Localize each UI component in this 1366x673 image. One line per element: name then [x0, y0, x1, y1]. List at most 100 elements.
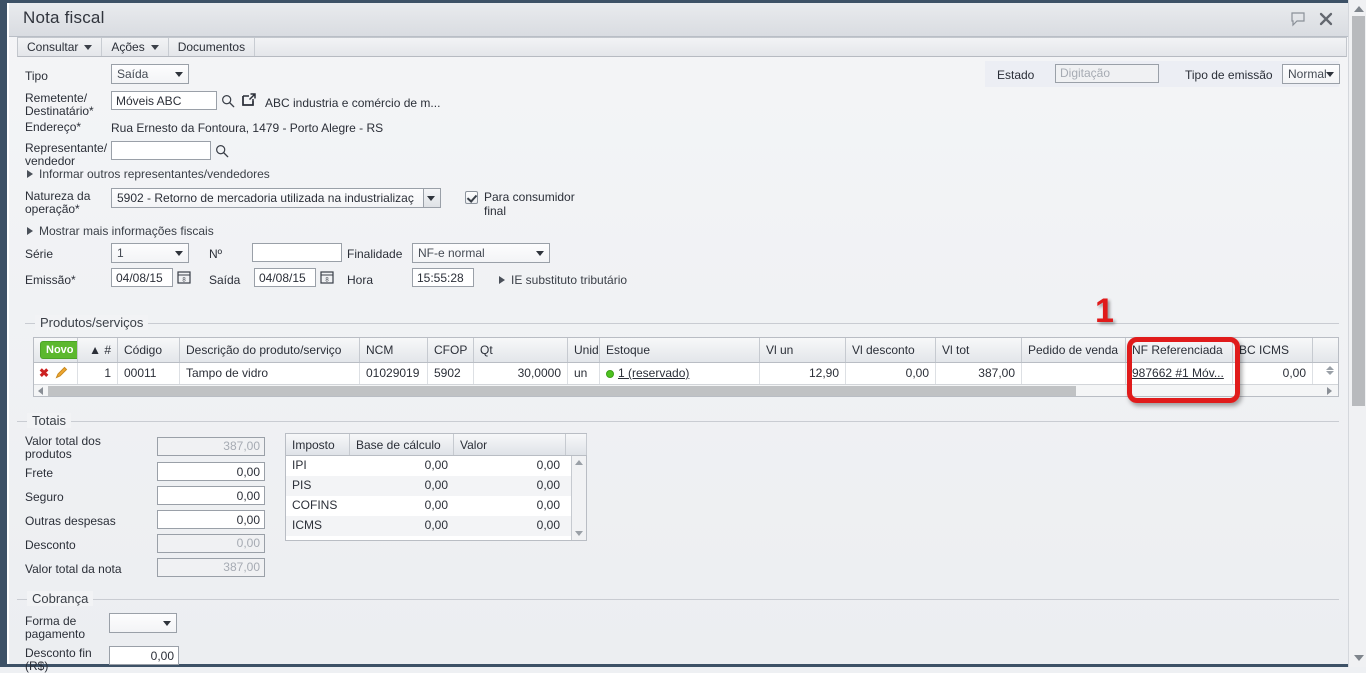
mostrar-mais-toggle[interactable]: Mostrar mais informações fiscais — [27, 224, 214, 238]
calendar-icon[interactable]: 8 — [177, 270, 191, 285]
speech-bubble-icon[interactable] — [1290, 11, 1306, 27]
scroll-down-icon[interactable] — [1354, 655, 1364, 661]
window-content: Nota fiscal Consultar Ações Documentos E… — [7, 3, 1348, 673]
menu-item-acoes[interactable]: Ações — [102, 38, 169, 56]
remetente-info-text: ABC industria e comércio de m... — [265, 96, 441, 110]
nota-fiscal-form: Tipo Saída Remetente/ Destinatário* ABC … — [17, 59, 1347, 309]
col-base-calculo: Base de cálculo — [350, 434, 454, 455]
col-cfop[interactable]: CFOP — [428, 338, 474, 362]
scroll-down-icon[interactable] — [575, 531, 583, 536]
menu-bar: Consultar Ações Documentos — [17, 37, 1347, 57]
close-icon[interactable] — [1318, 11, 1334, 27]
saida-date-input[interactable] — [254, 268, 316, 287]
page-vscrollbar[interactable] — [1348, 0, 1366, 667]
chevron-down-icon — [150, 44, 159, 50]
seguro-input[interactable] — [157, 486, 265, 505]
annotation-number: 1 — [1095, 292, 1114, 330]
edit-pencil-icon[interactable] — [55, 366, 68, 379]
delete-row-icon[interactable]: ✖ — [39, 366, 49, 380]
cell-qt: 30,0000 — [474, 363, 568, 384]
emissao-date-input[interactable] — [111, 268, 173, 287]
cell-bc-icms: 0,00 — [1233, 363, 1313, 384]
col-vl-tot[interactable]: Vl tot — [936, 338, 1022, 362]
external-link-icon[interactable] — [241, 92, 257, 108]
col-descricao[interactable]: Descrição do produto/serviço — [180, 338, 360, 362]
menu-item-documentos[interactable]: Documentos — [169, 38, 256, 56]
produtos-group-title: Produtos/serviços — [35, 315, 149, 330]
scroll-right-icon[interactable] — [1327, 386, 1332, 395]
hora-input[interactable] — [412, 268, 474, 287]
calendar-icon[interactable]: 8 — [320, 270, 334, 285]
nf-referenciada-link[interactable]: 987662 #1 Móv... — [1132, 366, 1224, 380]
produtos-grid-hscrollbar[interactable] — [34, 384, 1338, 396]
group-divider — [17, 421, 1339, 422]
cell-pedido-venda — [1022, 363, 1126, 384]
chevron-down-icon — [163, 621, 171, 626]
col-vl-un[interactable]: Vl un — [760, 338, 846, 362]
emissao-label: Emissão* — [25, 273, 76, 287]
forma-pagamento-select[interactable] — [109, 613, 177, 633]
col-codigo[interactable]: Código — [118, 338, 180, 362]
col-nf-referenciada[interactable]: NF Referenciada — [1126, 338, 1233, 362]
serie-value: 1 — [117, 246, 124, 260]
natureza-operacao-select[interactable]: 5902 - Retorno de mercadoria utilizada n… — [111, 188, 441, 208]
cell-nf-referenciada: 987662 #1 Móv... — [1126, 363, 1233, 384]
col-spacer — [566, 434, 587, 455]
numero-input[interactable] — [252, 243, 342, 262]
novo-button[interactable]: Novo — [40, 341, 77, 359]
chevron-right-icon — [499, 276, 505, 284]
title-bar-actions — [1290, 11, 1334, 27]
frete-input[interactable] — [157, 462, 265, 481]
frete-label: Frete — [25, 466, 54, 480]
search-icon[interactable] — [215, 144, 229, 158]
desconto-label: Desconto — [25, 538, 76, 552]
row-spinner[interactable] — [1326, 365, 1334, 376]
cell-imposto: COFINS — [292, 498, 338, 512]
col-unid[interactable]: Unid — [568, 338, 600, 362]
remetente-label-line2: Destinatário* — [25, 104, 94, 118]
ie-substituto-toggle[interactable]: IE substituto tributário — [499, 273, 627, 287]
col-estoque[interactable]: Estoque — [600, 338, 760, 362]
stock-status-dot-icon — [606, 369, 614, 378]
scroll-up-icon[interactable] — [575, 460, 583, 465]
remetente-input[interactable] — [111, 91, 217, 110]
col-ncm[interactable]: NCM — [360, 338, 428, 362]
cell-vl-desconto: 0,00 — [846, 363, 936, 384]
spinner-up-icon[interactable] — [1326, 366, 1334, 370]
informar-outros-toggle[interactable]: Informar outros representantes/vendedore… — [27, 167, 270, 181]
outras-despesas-input[interactable] — [157, 510, 265, 529]
finalidade-select[interactable]: NF-e normal — [412, 243, 550, 263]
hscroll-thumb[interactable] — [48, 386, 1076, 396]
tipo-select[interactable]: Saída — [111, 64, 189, 84]
table-row: ICMS 0,00 0,00 — [286, 516, 586, 536]
cell-unid: un — [568, 363, 600, 384]
impostos-table-vscrollbar[interactable] — [571, 456, 586, 540]
serie-select[interactable]: 1 — [111, 243, 189, 263]
table-row[interactable]: ✖ 1 00011 Tampo de vidro 01029019 5902 3… — [34, 363, 1338, 385]
novo-cell: Novo — [34, 338, 78, 362]
page-vscroll-thumb[interactable] — [1352, 16, 1365, 406]
menu-item-consultar[interactable]: Consultar — [18, 38, 103, 56]
page-title: Nota fiscal — [23, 8, 105, 27]
tipo-label: Tipo — [25, 69, 48, 83]
scroll-left-icon[interactable] — [38, 386, 43, 395]
col-qt[interactable]: Qt — [474, 338, 568, 362]
search-icon[interactable] — [221, 94, 235, 108]
scroll-up-icon[interactable] — [1354, 6, 1364, 12]
cell-imposto: PIS — [292, 478, 312, 492]
representante-input[interactable] — [111, 141, 211, 160]
col-bc-icms[interactable]: BC ICMS — [1233, 338, 1313, 362]
consumidor-final-checkbox-group[interactable]: Para consumidor final — [465, 190, 585, 218]
consumidor-final-label-line2: final — [484, 204, 507, 218]
estoque-link[interactable]: 1 (reservado) — [618, 366, 689, 380]
desconto-fin-input[interactable] — [109, 646, 179, 665]
col-vl-desconto[interactable]: Vl desconto — [846, 338, 936, 362]
cell-valor: 0,00 — [536, 478, 560, 492]
spinner-down-icon[interactable] — [1326, 371, 1334, 375]
col-pedido-venda[interactable]: Pedido de venda — [1022, 338, 1126, 362]
col-index[interactable]: ▲ # — [78, 338, 118, 362]
cell-valor: 0,00 — [536, 498, 560, 512]
cell-descricao: Tampo de vidro — [180, 363, 360, 384]
consumidor-final-checkbox[interactable] — [465, 191, 478, 204]
forma-pagamento-label-l2: pagamento — [25, 627, 86, 641]
